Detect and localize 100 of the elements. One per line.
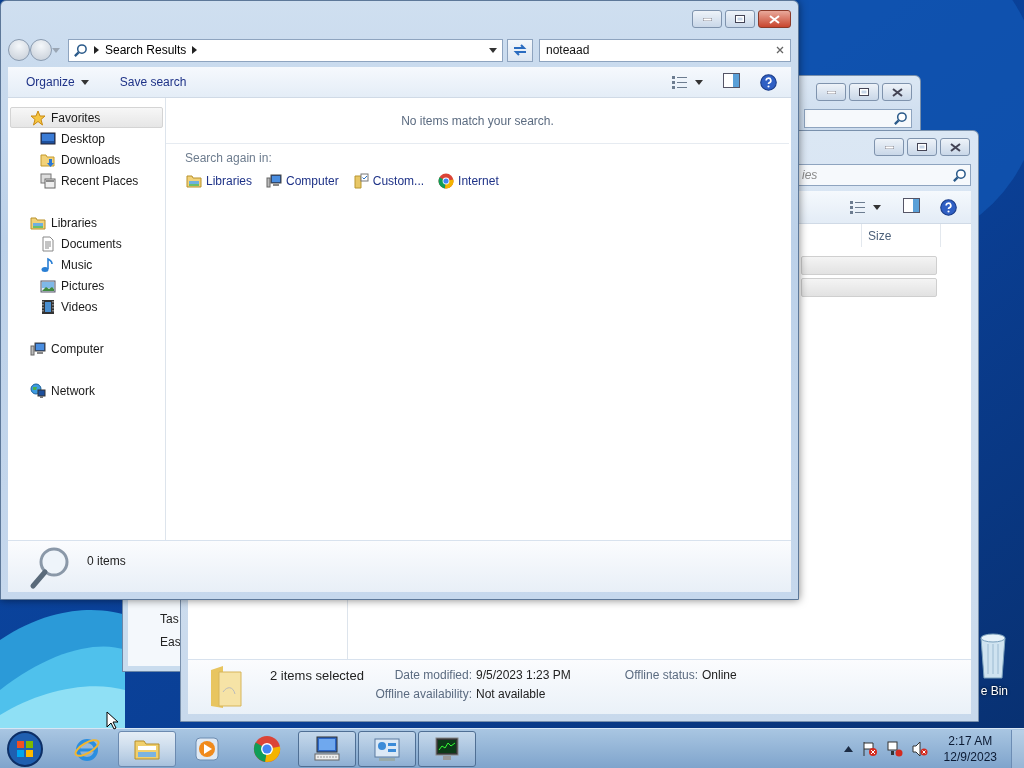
section-label: Search again in: xyxy=(185,151,272,165)
breadcrumb[interactable]: Search Results xyxy=(105,43,187,57)
preview-pane-icon[interactable] xyxy=(903,198,920,213)
search-location-link[interactable]: Internet xyxy=(438,173,499,189)
task-link[interactable]: Tas xyxy=(160,612,179,626)
restore-icon xyxy=(735,15,745,23)
monitor-icon xyxy=(433,734,461,763)
chevron-icon xyxy=(94,46,99,54)
nav-item[interactable]: Downloads xyxy=(10,149,163,170)
close-icon xyxy=(949,142,961,152)
picture-icon xyxy=(40,277,56,294)
clock-time[interactable]: 2:17 AM xyxy=(948,733,993,748)
property-label: Offline availability: xyxy=(374,687,472,701)
maximize-button[interactable] xyxy=(849,83,879,101)
network-error-icon[interactable] xyxy=(886,740,903,757)
star-icon xyxy=(30,109,46,126)
help-icon[interactable] xyxy=(760,73,777,91)
library-folder-icon xyxy=(30,214,46,231)
refresh-button[interactable] xyxy=(507,38,533,62)
search-icon xyxy=(893,111,908,126)
property-label: Offline status: xyxy=(623,668,698,683)
view-list-icon[interactable] xyxy=(850,199,865,215)
clock-date[interactable]: 12/9/2023 xyxy=(943,749,997,764)
computer-icon xyxy=(30,340,46,357)
refresh-icon xyxy=(512,43,528,57)
taskbar-button[interactable] xyxy=(418,730,476,767)
globe-computer-icon xyxy=(30,382,46,399)
close-button[interactable] xyxy=(882,83,912,101)
toolbar-button[interactable]: Save search xyxy=(113,72,193,92)
library-folder-icon xyxy=(186,173,202,189)
nav-item[interactable]: Recent Places xyxy=(10,170,163,191)
nav-item[interactable]: Favorites xyxy=(10,107,163,128)
column-header[interactable]: Size xyxy=(861,224,941,247)
magnifier-icon xyxy=(29,546,71,590)
nav-item[interactable]: Documents xyxy=(10,233,163,254)
play-icon xyxy=(193,734,221,763)
empty-message: No items match your search. xyxy=(401,113,554,128)
restore-icon xyxy=(859,88,869,96)
stacked-windows-icon xyxy=(40,172,56,189)
nav-item[interactable]: Pictures xyxy=(10,275,163,296)
view-list-icon[interactable] xyxy=(672,74,687,90)
taskbar-button[interactable] xyxy=(358,730,416,767)
cursor-icon xyxy=(106,711,118,730)
film-icon xyxy=(40,298,56,315)
close-button[interactable] xyxy=(758,10,791,28)
nav-item[interactable]: Network xyxy=(10,380,163,401)
task-link[interactable]: Eas xyxy=(160,635,181,649)
search-icon xyxy=(952,167,967,183)
help-icon[interactable] xyxy=(940,198,957,216)
search-location-link[interactable]: Computer xyxy=(266,173,339,189)
up-arrow-icon[interactable] xyxy=(843,745,853,752)
checked-folder-icon xyxy=(352,173,369,189)
search-field[interactable] xyxy=(804,109,912,128)
taskbar-button[interactable] xyxy=(298,730,356,767)
browser-logo-icon xyxy=(253,734,281,763)
folder-arrow-icon xyxy=(40,151,56,168)
maximize-button[interactable] xyxy=(907,138,937,156)
restore-icon xyxy=(917,143,927,151)
item-count: 0 items xyxy=(87,554,126,568)
property-value: Not available xyxy=(476,687,547,701)
nav-item[interactable]: Videos xyxy=(10,296,163,317)
nav-item[interactable]: Desktop xyxy=(10,128,163,149)
property-label: Date modified: xyxy=(393,668,472,683)
monitor-keyboard-icon xyxy=(313,734,341,763)
search-location-link[interactable]: Custom... xyxy=(352,173,425,189)
caret-icon xyxy=(873,204,881,210)
caret-icon xyxy=(80,79,89,85)
chevron-icon xyxy=(192,46,198,54)
document-icon xyxy=(40,235,56,252)
nav-item[interactable]: Computer xyxy=(10,338,163,359)
minimize-icon xyxy=(702,17,712,21)
caret-icon xyxy=(695,79,703,85)
nav-item[interactable]: Music xyxy=(10,254,163,275)
music-note-icon xyxy=(40,256,56,273)
browser-logo-icon xyxy=(438,173,455,189)
close-button[interactable] xyxy=(940,138,970,156)
clear-icon[interactable] xyxy=(776,46,784,54)
computer-icon xyxy=(266,173,283,189)
folder-icon xyxy=(209,664,245,710)
maximize-button[interactable] xyxy=(725,10,755,28)
monitor-icon xyxy=(40,130,56,147)
address-bar[interactable]: Search Results xyxy=(68,38,503,62)
close-icon xyxy=(891,87,903,97)
speaker-muted-icon[interactable] xyxy=(911,740,928,757)
recycle-bin-icon[interactable] xyxy=(978,630,1008,680)
toolbar-button[interactable]: Organize xyxy=(20,72,95,92)
search-field[interactable]: noteaad xyxy=(539,38,791,62)
close-icon xyxy=(769,14,780,24)
start-button[interactable] xyxy=(6,729,44,768)
search-icon xyxy=(73,42,88,58)
preview-pane-icon[interactable] xyxy=(723,73,740,88)
property-value: Online xyxy=(702,668,737,683)
desktop-icon-label[interactable]: e Bin xyxy=(980,684,1008,698)
caret-icon xyxy=(489,47,497,53)
property-value: 9/5/2023 1:23 PM xyxy=(476,668,572,683)
flag-error-icon[interactable] xyxy=(861,740,878,757)
nav-item[interactable]: Libraries xyxy=(10,212,163,233)
selection-summary: 2 items selected xyxy=(270,668,365,683)
search-location-link[interactable]: Libraries xyxy=(186,173,253,189)
minimize-icon xyxy=(826,90,836,94)
